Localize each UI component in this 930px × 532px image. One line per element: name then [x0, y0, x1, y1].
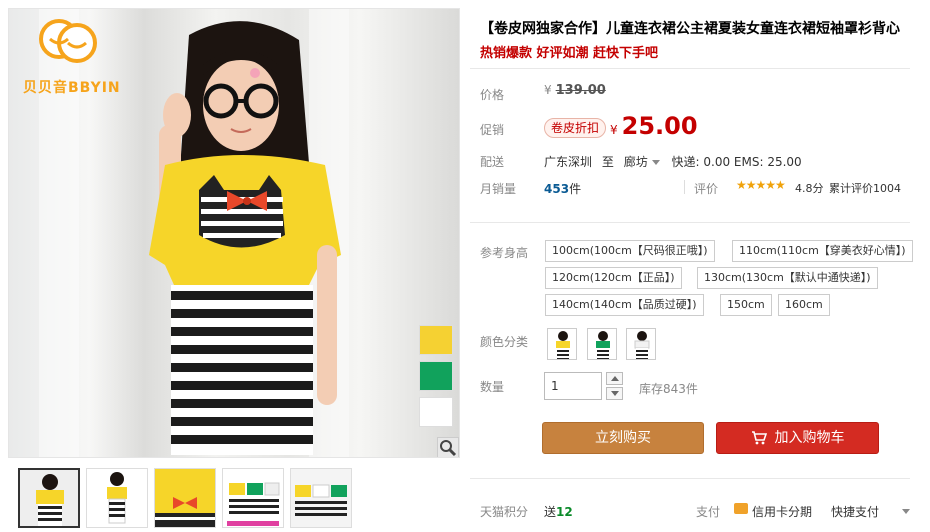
color-option-white[interactable] [626, 328, 656, 360]
quick-pay-link[interactable]: 快捷支付 [831, 503, 879, 520]
size-option-140[interactable]: 140cm(140cm【品质过硬】) [545, 294, 704, 316]
thumbnail-3[interactable] [154, 468, 216, 528]
shipping-fees: 快递: 0.00 EMS: 25.00 [671, 155, 802, 169]
promo-price-value: 25.00 [621, 112, 698, 140]
product-main-image[interactable]: 贝贝音BBYIN [8, 8, 460, 458]
size-option-120[interactable]: 120cm(120cm【正品】) [545, 267, 682, 289]
swatch-white[interactable] [419, 397, 453, 427]
monthly-sales: 453件 [544, 180, 581, 197]
payment-label: 支付 [696, 505, 721, 519]
thumbnail-image [223, 469, 283, 527]
swatch-yellow[interactable] [419, 325, 453, 355]
zoom-button[interactable] [437, 437, 459, 457]
shipping-info: 广东深圳 至 廊坊 快递: 0.00 EMS: 25.00 [544, 153, 802, 170]
color-option-yellow[interactable] [547, 328, 577, 360]
thumbnail-2[interactable] [86, 468, 148, 528]
model-photo [149, 21, 341, 455]
thumbnail-5[interactable] [290, 468, 352, 528]
thumbnail-image [155, 469, 215, 527]
add-to-cart-label: 加入购物车 [774, 430, 845, 446]
color-label: 颜色分类 [480, 335, 529, 349]
size-option-100[interactable]: 100cm(100cm【尺码很正哦】) [545, 240, 715, 262]
cart-icon [751, 431, 767, 445]
promo-badge: 卷皮折扣 [544, 118, 607, 138]
thumbnail-image [20, 470, 78, 526]
quantity-increase-button[interactable] [606, 372, 623, 385]
monthly-sales-count: 453 [544, 182, 570, 196]
credit-card-icon [734, 503, 748, 514]
monthly-sales-unit: 件 [569, 182, 582, 196]
thumbnail-1[interactable] [18, 468, 80, 528]
shipping-destination-select[interactable]: 廊坊 [624, 155, 668, 169]
quantity-input[interactable]: 1 [544, 372, 602, 400]
quantity-label: 数量 [480, 380, 505, 394]
price-label: 价格 [480, 88, 505, 102]
product-title: 【卷皮网独家合作】儿童连衣裙公主裙夏装女童连衣裙短袖罩衫背心 [480, 21, 900, 37]
brand-logo-icon [39, 19, 97, 63]
rating-stars-icon: ★★★★★ [736, 178, 786, 192]
quantity-decrease-button[interactable] [606, 387, 623, 400]
size-option-150[interactable]: 150cm [720, 294, 772, 316]
shipping-label: 配送 [480, 155, 505, 169]
size-option-130[interactable]: 130cm(130cm【默认中通快递】) [697, 267, 878, 289]
brand-name: 贝贝音BBYIN [23, 80, 121, 96]
points-value: 12 [556, 505, 573, 519]
add-to-cart-button[interactable]: 加入购物车 [716, 422, 879, 454]
currency-symbol: ¥ [544, 83, 552, 97]
chevron-down-icon[interactable] [902, 509, 910, 514]
buy-now-button[interactable]: 立刻购买 [542, 422, 704, 454]
magnifier-icon [440, 440, 457, 457]
color-option-image [556, 331, 570, 359]
shipping-to-word: 至 [601, 155, 614, 169]
currency-symbol: ¥ [610, 123, 618, 137]
tmall-points-label: 天猫积分 [480, 505, 529, 519]
promo-price: ¥25.00 [610, 112, 698, 140]
divider [470, 68, 910, 69]
product-subtitle: 热销爆款 好评如潮 赶快下手吧 [480, 46, 659, 61]
points-prefix: 送 [544, 505, 557, 519]
rating-score: 4.8分 [795, 182, 824, 195]
installment-link[interactable]: 信用卡分期 [752, 503, 812, 520]
chevron-down-icon [651, 159, 660, 165]
size-label: 参考身高 [480, 246, 529, 260]
brand-logo: 贝贝音BBYIN [23, 15, 123, 99]
divider [684, 180, 685, 194]
swatch-green[interactable] [419, 361, 453, 391]
divider [470, 222, 910, 223]
size-option-160[interactable]: 160cm [778, 294, 830, 316]
original-price-value: 139.00 [555, 83, 606, 98]
original-price: ¥139.00 [544, 83, 606, 98]
tmall-points: 送12 [544, 503, 573, 520]
thumbnail-strip [8, 464, 460, 530]
stock-count: 库存843件 [639, 382, 698, 396]
color-option-image [634, 331, 650, 359]
thumbnail-image [291, 469, 351, 527]
color-option-green[interactable] [587, 328, 617, 360]
rating-label: 评价 [694, 182, 719, 196]
shipping-origin: 广东深圳 [544, 155, 593, 169]
review-count-link[interactable]: 累计评价1004 [829, 180, 901, 196]
divider [470, 478, 910, 479]
promo-label: 促销 [480, 123, 505, 137]
shipping-destination: 廊坊 [623, 155, 648, 169]
size-option-110[interactable]: 110cm(110cm【穿美衣好心情】) [732, 240, 913, 262]
monthly-sales-label: 月销量 [480, 182, 517, 196]
color-option-image [596, 331, 610, 359]
thumbnail-4[interactable] [222, 468, 284, 528]
thumbnail-image [87, 469, 147, 527]
